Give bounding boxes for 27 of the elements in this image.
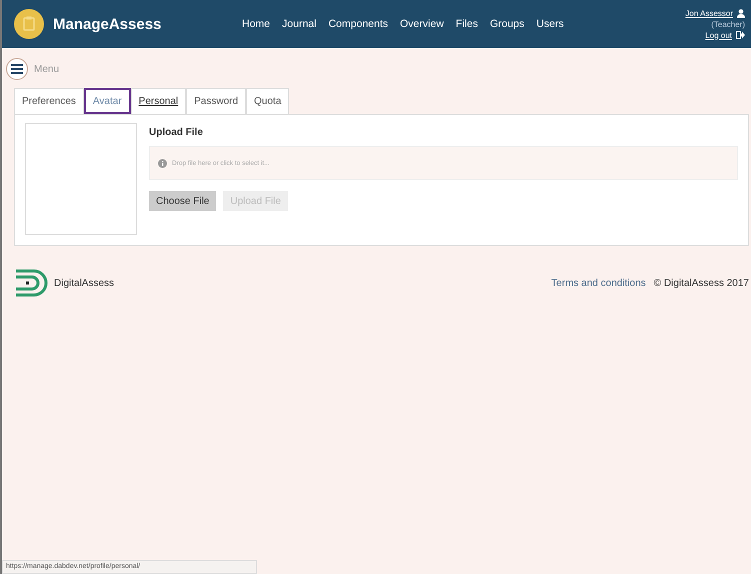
logout-icon [736, 31, 745, 39]
user-icon [737, 8, 745, 18]
terms-link[interactable]: Terms and conditions [551, 278, 646, 288]
tab[interactable]: Avatar [84, 88, 131, 114]
tab[interactable]: Password [186, 88, 246, 114]
info-icon [158, 158, 167, 168]
tab[interactable]: Quota [246, 88, 290, 114]
nav-link[interactable]: Overview [400, 18, 444, 30]
nav-link[interactable]: Journal [282, 18, 316, 30]
footer-brand: DigitalAssess [54, 278, 114, 288]
nav-link[interactable]: Home [242, 18, 270, 30]
file-button[interactable]: Choose File [149, 191, 216, 211]
nav-link[interactable]: Users [536, 18, 564, 30]
menu-icon[interactable] [6, 58, 28, 80]
nav-link[interactable]: Files [456, 18, 478, 30]
user-name-link[interactable]: Jon Assessor [685, 8, 733, 18]
nav-link[interactable]: Components [328, 18, 388, 30]
logout-link[interactable]: Log out [705, 30, 732, 40]
app-title[interactable]: ManageAssess [53, 16, 162, 32]
copyright-text: © DigitalAssess 2017 [654, 278, 749, 288]
tab[interactable]: Personal [130, 88, 186, 114]
tab[interactable]: Preferences [14, 88, 84, 114]
clipboard-logo-icon [14, 9, 44, 39]
user-role: (Teacher) [711, 18, 745, 30]
upload-title: Upload File [149, 126, 204, 140]
nav-link[interactable]: Groups [490, 18, 524, 30]
digitalassess-logo-icon [14, 268, 50, 298]
